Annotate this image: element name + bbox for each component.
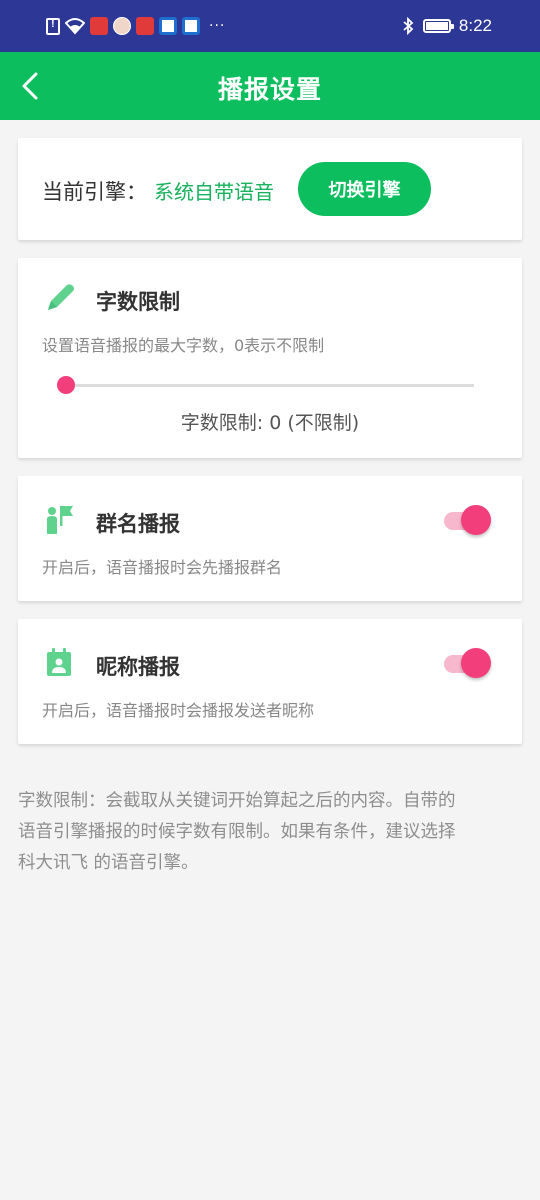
nickname-toggle[interactable]	[444, 647, 494, 679]
char-limit-card: 字数限制 设置语音播报的最大字数，0表示不限制 字数限制: 0 (不限制)	[18, 258, 522, 458]
calendar-person-icon	[47, 648, 71, 676]
app-bar: 播报设置	[0, 52, 540, 120]
status-bar: ··· 8:22	[0, 0, 540, 52]
status-bar-system: 8:22	[401, 14, 492, 38]
char-limit-title: 字数限制	[96, 290, 180, 314]
char-limit-value: 字数限制: 0 (不限制)	[180, 412, 360, 434]
bluetooth-icon	[403, 17, 414, 35]
app-notification-icon	[159, 17, 177, 35]
nickname-title: 昵称播报	[96, 655, 180, 679]
pencil-icon	[48, 284, 74, 310]
group-name-title: 群名播报	[96, 512, 180, 536]
more-notifications-indicator: ···	[209, 18, 226, 34]
switch-engine-button[interactable]: 切换引擎	[298, 162, 431, 216]
engine-card: 当前引擎： 系统自带语音 切换引擎	[18, 138, 522, 240]
engine-label: 当前引擎：	[42, 180, 147, 204]
note-line: 语音引擎播报的时候字数有限制。如果有条件，建议选择	[18, 822, 456, 842]
page-title: 播报设置	[217, 75, 322, 104]
char-limit-description: 设置语音播报的最大字数，0表示不限制	[42, 336, 325, 355]
note-line: 字数限制：会截取从关键词开始算起之后的内容。自带的	[18, 791, 456, 811]
app-notification-icon	[182, 17, 200, 35]
group-flag-icon	[47, 506, 73, 534]
sim-alert-icon	[46, 17, 60, 35]
char-limit-slider-track[interactable]	[66, 384, 474, 387]
wifi-icon	[65, 18, 85, 35]
battery-icon	[422, 19, 454, 33]
char-limit-note: 字数限制：会截取从关键词开始算起之后的内容。自带的 语音引擎播报的时候字数有限制…	[18, 786, 522, 879]
nickname-card: 昵称播报 开启后，语音播报时会播报发送者昵称	[18, 619, 522, 744]
avatar-notification-icon	[113, 17, 131, 35]
group-name-card: 群名播报 开启后，语音播报时会先播报群名	[18, 476, 522, 601]
app-notification-icon	[90, 17, 108, 35]
toggle-thumb	[461, 648, 491, 678]
group-name-description: 开启后，语音播报时会先播报群名	[42, 558, 283, 577]
note-line: 科大讯飞 的语音引擎。	[18, 853, 199, 873]
nickname-description: 开启后，语音播报时会播报发送者昵称	[42, 701, 315, 720]
engine-name: 系统自带语音	[154, 180, 274, 204]
status-bar-notifications: ···	[46, 15, 225, 37]
toggle-thumb	[461, 505, 491, 535]
char-limit-slider-thumb[interactable]	[57, 376, 75, 394]
clock: 8:22	[458, 16, 492, 35]
app-notification-icon	[136, 17, 154, 35]
group-name-toggle[interactable]	[444, 504, 494, 536]
